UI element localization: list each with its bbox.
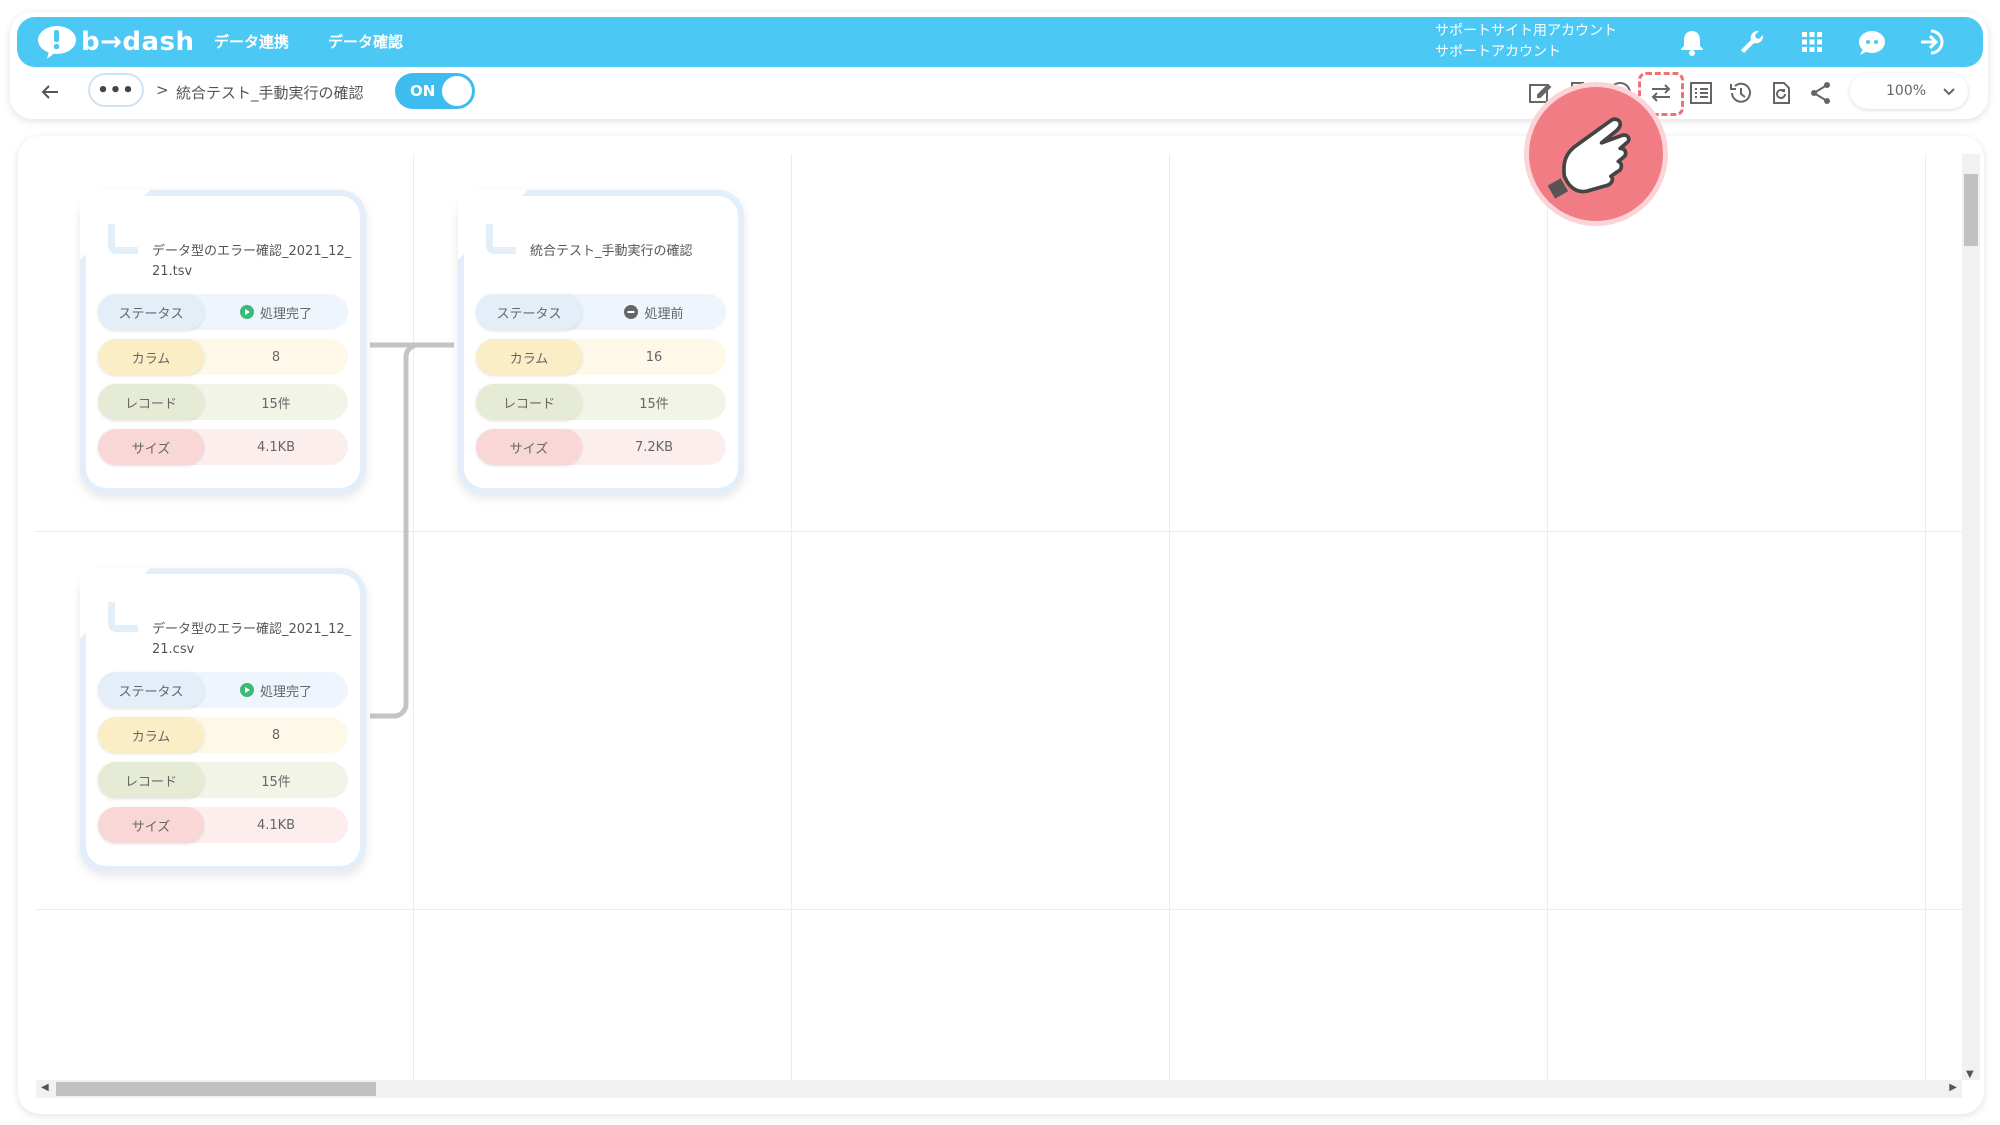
status-value: 処理完了: [259, 306, 312, 322]
minus-status-icon: [624, 305, 639, 319]
play-status-icon: [239, 683, 254, 697]
logo[interactable]: b→dash: [37, 23, 195, 61]
column-row: カラム 16: [476, 339, 726, 375]
connector-line: [370, 342, 419, 719]
column-label: カラム: [476, 339, 582, 375]
nav-data-check[interactable]: データ確認: [328, 31, 403, 52]
on-off-toggle[interactable]: ON: [395, 73, 475, 109]
horizontal-scroll-thumb[interactable]: [56, 1082, 376, 1096]
history-icon[interactable]: [1727, 79, 1755, 107]
column-row: カラム 8: [98, 717, 348, 753]
flow-canvas[interactable]: データ型のエラー確認_2021_12_21.tsv ステータス 処理完了 カラム…: [18, 136, 1984, 1114]
size-label: サイズ: [476, 429, 582, 465]
nav-data-integration[interactable]: データ連携: [214, 31, 289, 52]
pointer-hand-icon: [1524, 82, 1668, 226]
column-value: 8: [271, 349, 281, 365]
status-label: ステータス: [98, 672, 204, 708]
card-title: データ型のエラー確認_2021_12_21.csv: [152, 622, 352, 657]
scroll-right-arrow-icon[interactable]: ▶: [1949, 1082, 1957, 1093]
share-icon[interactable]: [1807, 79, 1835, 107]
column-label: カラム: [98, 717, 204, 753]
size-row: サイズ 7.2KB: [476, 429, 726, 465]
apps-grid-icon[interactable]: [1797, 27, 1827, 57]
page-title: 統合テスト_手動実行の確認: [176, 84, 364, 102]
logout-icon[interactable]: [1917, 27, 1947, 57]
record-row: レコード 15件: [98, 762, 348, 798]
status-row: ステータス 処理前: [476, 294, 726, 330]
column-label: カラム: [98, 339, 204, 375]
size-value: 7.2KB: [634, 439, 674, 455]
record-row: レコード 15件: [98, 384, 348, 420]
data-node-card[interactable]: データ型のエラー確認_2021_12_21.csv ステータス 処理完了 カラム…: [80, 568, 366, 872]
record-label: レコード: [476, 384, 582, 420]
card-title: 統合テスト_手動実行の確認: [530, 244, 693, 259]
record-value: 15件: [639, 396, 669, 412]
wrench-icon[interactable]: [1737, 27, 1767, 57]
refresh-icon[interactable]: [1767, 79, 1795, 107]
size-label: サイズ: [98, 429, 204, 465]
size-label: サイズ: [98, 807, 204, 843]
status-value-cell: 処理完了: [204, 672, 348, 708]
zoom-select[interactable]: 100%: [1850, 73, 1968, 109]
bell-icon[interactable]: [1677, 27, 1707, 57]
back-arrow-icon[interactable]: [38, 80, 62, 104]
column-value: 16: [645, 349, 663, 365]
list-icon[interactable]: [1687, 79, 1715, 107]
horizontal-scrollbar[interactable]: ◀ ▶: [36, 1080, 1962, 1098]
record-label: レコード: [98, 384, 204, 420]
more-breadcrumb-button[interactable]: •••: [88, 73, 144, 107]
column-row: カラム 8: [98, 339, 348, 375]
size-value: 4.1KB: [256, 817, 296, 833]
status-value-cell: 処理前: [582, 294, 726, 330]
size-value: 4.1KB: [256, 439, 296, 455]
logo-mark-icon: [37, 25, 77, 59]
column-value: 8: [271, 727, 281, 743]
scroll-left-arrow-icon[interactable]: ◀: [41, 1082, 49, 1093]
toggle-knob: [442, 76, 472, 106]
scroll-down-arrow-icon[interactable]: ▼: [1966, 1069, 1974, 1080]
card-title: データ型のエラー確認_2021_12_21.tsv: [152, 244, 352, 279]
toggle-label: ON: [410, 82, 436, 100]
vertical-scrollbar[interactable]: ▼: [1962, 154, 1980, 1080]
status-row: ステータス 処理完了: [98, 672, 348, 708]
account-user-name: サポートアカウント: [1435, 44, 1561, 60]
file-corner-icon: [108, 224, 138, 254]
file-corner-icon: [486, 224, 516, 254]
play-status-icon: [239, 305, 254, 319]
record-value: 15件: [261, 396, 291, 412]
status-label: ステータス: [476, 294, 582, 330]
top-navigation-bar: b→dash データ連携 データ確認 サポートサイト用アカウント サポートアカウ…: [17, 17, 1983, 67]
record-label: レコード: [98, 762, 204, 798]
record-value: 15件: [261, 774, 291, 790]
logo-text: b→dash: [81, 27, 195, 57]
record-row: レコード 15件: [476, 384, 726, 420]
sub-toolbar: ••• > 統合テスト_手動実行の確認 ON 100%: [0, 67, 2000, 119]
status-value: 処理完了: [259, 684, 312, 700]
status-label: ステータス: [98, 294, 204, 330]
data-node-card[interactable]: データ型のエラー確認_2021_12_21.tsv ステータス 処理完了 カラム…: [80, 190, 366, 494]
chevron-down-icon: [1940, 82, 1958, 100]
status-value: 処理前: [644, 306, 684, 322]
zoom-value: 100%: [1886, 83, 1927, 99]
size-row: サイズ 4.1KB: [98, 429, 348, 465]
account-site-name: サポートサイト用アカウント: [1435, 23, 1617, 39]
size-row: サイズ 4.1KB: [98, 807, 348, 843]
data-node-card[interactable]: 統合テスト_手動実行の確認 ステータス 処理前 カラム 16 レコード 15件 …: [458, 190, 744, 494]
breadcrumb-separator: >: [156, 81, 169, 99]
account-info[interactable]: サポートサイト用アカウント サポートアカウント: [1435, 21, 1617, 63]
status-value-cell: 処理完了: [204, 294, 348, 330]
status-row: ステータス 処理完了: [98, 294, 348, 330]
chat-robot-icon[interactable]: [1857, 27, 1887, 57]
file-corner-icon: [108, 602, 138, 632]
vertical-scroll-thumb[interactable]: [1964, 174, 1978, 246]
